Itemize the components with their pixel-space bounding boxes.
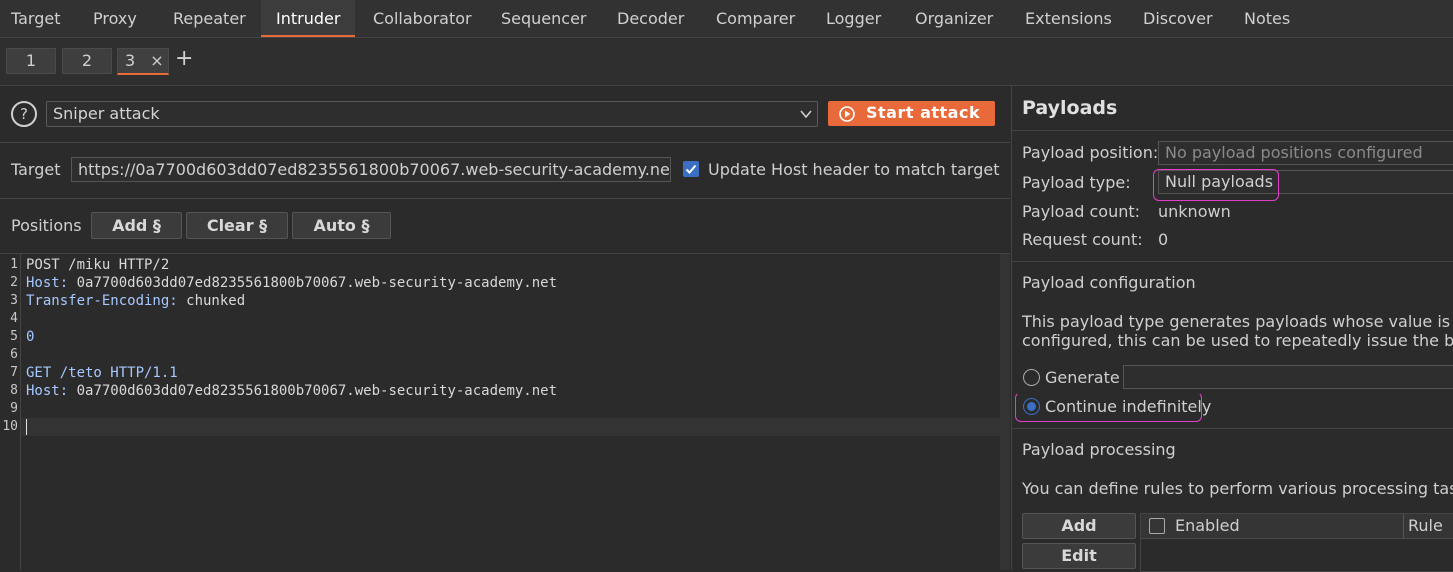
tab-organizer[interactable]: Organizer <box>904 0 1004 37</box>
start-attack-button[interactable]: Start attack <box>828 101 995 126</box>
generate-label: Generate <box>1045 368 1120 387</box>
edit-rule-button[interactable]: Edit <box>1022 543 1136 569</box>
request-count-value: 0 <box>1158 230 1169 249</box>
line-number: 8 <box>10 383 18 398</box>
tab-collaborator[interactable]: Collaborator <box>362 0 483 37</box>
request-line: Host: 0a7700d603dd07ed8235561800b70067.w… <box>26 383 557 399</box>
target-url-input[interactable]: https://0a7700d603dd07ed8235561800b70067… <box>71 157 671 182</box>
header-name: Host: <box>26 275 69 291</box>
text-cursor <box>26 419 27 435</box>
line-number: 1 <box>10 257 18 272</box>
request-line-text: POST /miku HTTP/2 <box>26 257 170 273</box>
checkmark-icon <box>685 164 697 174</box>
payload-position-select[interactable]: No payload positions configured <box>1158 141 1453 165</box>
rule-column-header[interactable]: Rule <box>1408 516 1443 535</box>
line-number: 2 <box>10 275 18 290</box>
annotation-underline <box>1015 392 1202 422</box>
tab-target[interactable]: Target <box>0 0 72 37</box>
generate-radio[interactable] <box>1023 369 1040 386</box>
select-all-checkbox[interactable] <box>1149 518 1165 534</box>
payload-configuration-desc: This payload type generates payloads who… <box>1022 312 1453 331</box>
request-line-text: 0 <box>26 329 35 345</box>
request-line: 0 <box>26 329 34 345</box>
play-icon <box>839 106 855 122</box>
tab-discover[interactable]: Discover <box>1132 0 1224 37</box>
tab-decoder[interactable]: Decoder <box>606 0 695 37</box>
payload-processing-title: Payload processing <box>1022 440 1176 459</box>
attack-type-select[interactable]: Sniper attack <box>46 101 818 127</box>
payload-count-label: Payload count: <box>1022 202 1141 221</box>
intruder-tab-3-label: 3 <box>125 51 136 70</box>
main-tab-bar: Target Proxy Repeater Intruder Collabora… <box>0 0 1453 38</box>
add-rule-button[interactable]: Add <box>1022 513 1136 539</box>
chevron-down-icon <box>800 110 812 119</box>
editor-scrollbar[interactable] <box>1000 254 1010 570</box>
header-value: 0a7700d603dd07ed8235561800b70067.web-sec… <box>68 383 558 399</box>
tab-comparer[interactable]: Comparer <box>705 0 806 37</box>
line-number: 7 <box>10 365 18 380</box>
current-line-highlight <box>21 418 1000 436</box>
intruder-tab-2[interactable]: 2 <box>62 48 112 74</box>
request-line: GET /teto HTTP/1.1 <box>26 365 178 381</box>
add-position-button[interactable]: Add § <box>91 212 182 239</box>
annotation-circle <box>1153 169 1279 201</box>
header-name: Transfer-Encoding: <box>26 293 178 309</box>
enabled-column-header[interactable]: Enabled <box>1175 516 1240 535</box>
request-count-label: Request count: <box>1022 230 1143 249</box>
line-number: 9 <box>10 401 18 416</box>
request-editor[interactable]: 1 2 3 4 5 6 7 8 9 10 POST /miku HTTP/2 H… <box>0 254 1000 570</box>
intruder-tab-3[interactable]: 3 × <box>117 48 169 75</box>
auto-positions-button[interactable]: Auto § <box>292 212 391 239</box>
close-icon[interactable]: × <box>150 51 163 70</box>
tab-extensions[interactable]: Extensions <box>1014 0 1123 37</box>
request-line-text: GET /teto HTTP/1.1 <box>26 365 178 381</box>
payload-position-label: Payload position: <box>1022 143 1159 162</box>
help-icon[interactable]: ? <box>11 101 37 127</box>
tab-proxy[interactable]: Proxy <box>82 0 148 37</box>
tab-repeater[interactable]: Repeater <box>162 0 257 37</box>
line-number: 3 <box>10 293 18 308</box>
header-name: Host: <box>26 383 69 399</box>
payloads-panel: Payloads Payload position: No payload po… <box>1011 86 1453 572</box>
table-header: Enabled Rule <box>1141 514 1453 539</box>
start-attack-label: Start attack <box>866 103 981 122</box>
request-line: Transfer-Encoding: chunked <box>26 293 245 309</box>
payload-count-value: unknown <box>1158 202 1231 221</box>
processing-rules-table: Enabled Rule <box>1140 513 1453 572</box>
header-value: chunked <box>177 293 246 309</box>
line-number: 4 <box>10 311 18 326</box>
payload-processing-desc: You can define rules to perform various … <box>1022 479 1453 498</box>
tab-notes[interactable]: Notes <box>1233 0 1301 37</box>
tab-sequencer[interactable]: Sequencer <box>490 0 598 37</box>
payloads-title: Payloads <box>1022 97 1118 119</box>
header-value: 0a7700d603dd07ed8235561800b70067.web-sec… <box>68 275 558 291</box>
payload-configuration-desc: configured, this can be used to repeated… <box>1022 331 1453 350</box>
tab-intruder[interactable]: Intruder <box>261 0 356 37</box>
tab-logger[interactable]: Logger <box>815 0 892 37</box>
payload-configuration-title: Payload configuration <box>1022 273 1196 292</box>
intruder-tab-bar: 1 2 3 × + <box>0 38 1453 86</box>
line-number: 6 <box>10 347 18 362</box>
update-host-label: Update Host header to match target <box>708 160 1000 179</box>
request-line: Host: 0a7700d603dd07ed8235561800b70067.w… <box>26 275 557 291</box>
positions-label: Positions <box>11 216 82 235</box>
line-number: 10 <box>2 419 18 434</box>
target-label: Target <box>11 160 61 179</box>
update-host-checkbox[interactable] <box>683 161 699 177</box>
attack-config-panel: ? Sniper attack Start attack Target http… <box>0 86 1010 570</box>
line-number: 5 <box>10 329 18 344</box>
add-tab-icon[interactable]: + <box>175 46 193 71</box>
attack-type-value: Sniper attack <box>53 104 160 123</box>
request-line: POST /miku HTTP/2 <box>26 257 169 273</box>
clear-positions-button[interactable]: Clear § <box>186 212 288 239</box>
generate-count-input[interactable] <box>1123 365 1453 389</box>
payload-type-label: Payload type: <box>1022 173 1131 192</box>
intruder-tab-1[interactable]: 1 <box>6 48 56 74</box>
